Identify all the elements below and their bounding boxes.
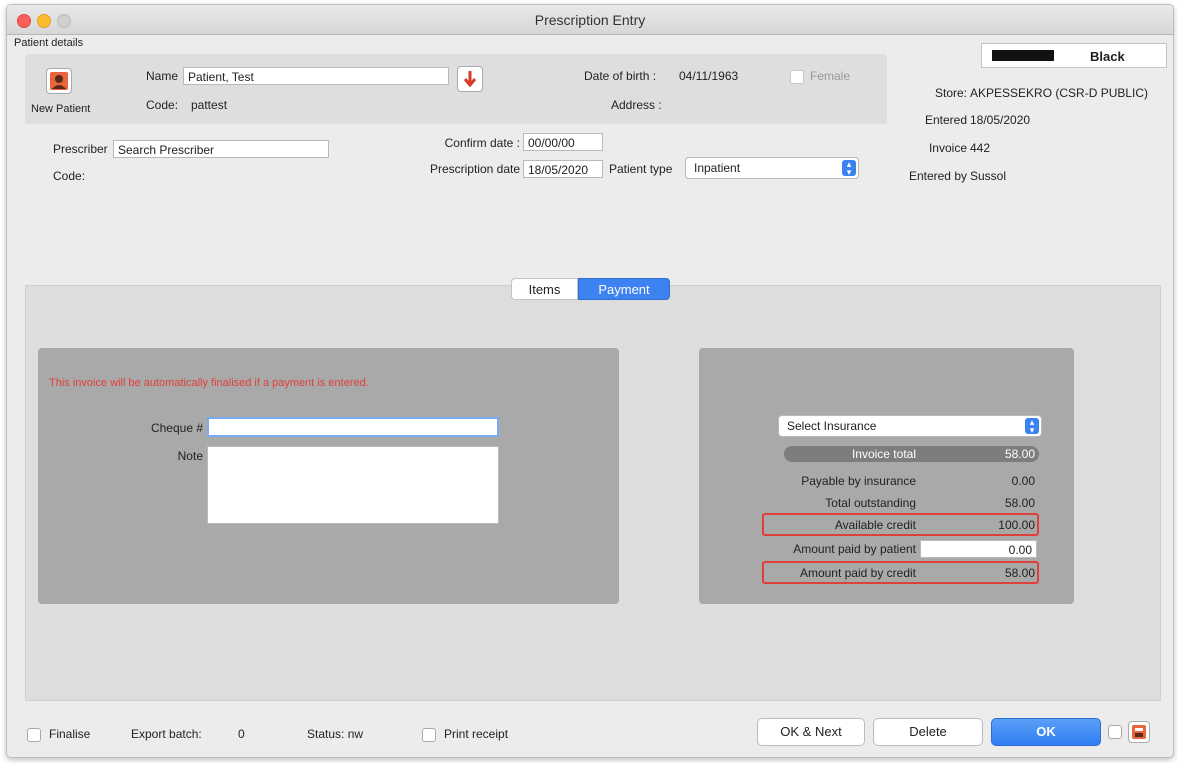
ok-button[interactable]: OK [991, 718, 1101, 746]
total-outstanding-value: 58.00 [1004, 496, 1035, 510]
print-receipt-checkbox[interactable] [422, 728, 436, 742]
cheque-field[interactable] [207, 417, 499, 437]
patient-lookup-button[interactable] [457, 66, 483, 92]
dob-label: Date of birth : [584, 69, 657, 83]
patient-details-panel [25, 54, 887, 124]
patient-details-label: Patient details [14, 37, 84, 49]
insurance-select-value: Select Insurance [787, 419, 877, 433]
store-color-box: Black [981, 43, 1167, 68]
chevron-updown-icon: ▴ ▾ [842, 160, 856, 177]
confirm-date-label: Confirm date : [444, 136, 520, 150]
window-title: Prescription Entry [534, 12, 646, 28]
available-credit-label: Available credit [834, 518, 916, 532]
tab-payment[interactable]: Payment [578, 278, 670, 300]
confirm-date-field[interactable]: 00/00/00 [523, 133, 603, 151]
arrow-down-icon [463, 71, 477, 88]
person-icon [50, 72, 68, 90]
address-label: Address : [611, 98, 662, 112]
payable-insurance-value: 0.00 [1011, 474, 1035, 488]
print-receipt-label: Print receipt [444, 727, 509, 741]
delete-button[interactable]: Delete [873, 718, 983, 746]
female-checkbox[interactable] [790, 70, 804, 84]
patient-type-select[interactable]: Inpatient ▴ ▾ [685, 157, 859, 179]
prescriber-code-label: Code: [53, 169, 86, 183]
status-label: Status: nw [307, 727, 364, 741]
invoice-value: 442 [970, 141, 991, 155]
entered-label: Entered [924, 113, 967, 127]
available-credit-value: 100.00 [998, 518, 1035, 532]
new-patient-label: New Patient [31, 103, 91, 115]
extra-option-checkbox[interactable] [1108, 725, 1122, 739]
insurance-select[interactable]: Select Insurance ▴ ▾ [778, 415, 1042, 437]
tab-items[interactable]: Items [511, 278, 578, 300]
patient-type-value: Inpatient [694, 161, 741, 175]
female-label: Female [810, 69, 851, 83]
print-button[interactable] [1128, 721, 1150, 743]
invoice-total-label: Invoice total [851, 447, 916, 461]
new-patient-button[interactable] [46, 68, 72, 94]
cheque-label: Cheque # [150, 421, 203, 435]
prescription-entry-window: Prescription Entry Patient details New P… [6, 4, 1174, 758]
paid-credit-label: Amount paid by credit [799, 566, 916, 580]
finalise-warning: This invoice will be automatically final… [49, 377, 369, 389]
patient-name-field[interactable]: Patient, Test [183, 67, 449, 85]
store-label: Store: [934, 86, 967, 100]
title-bar: Prescription Entry [7, 5, 1173, 35]
export-batch-label: Export batch: [131, 727, 202, 741]
name-label: Name [146, 69, 179, 83]
entered-by-label: Entered by [908, 169, 967, 183]
store-value: AKPESSEKRO (CSR-D PUBLIC) [970, 86, 1149, 100]
ok-next-button[interactable]: OK & Next [757, 718, 865, 746]
prescriber-label: Prescriber [53, 142, 108, 156]
invoice-label: Invoice [928, 141, 967, 155]
total-outstanding-label: Total outstanding [825, 496, 916, 510]
paid-patient-field[interactable]: 0.00 [920, 540, 1037, 558]
patient-type-label: Patient type [609, 162, 673, 176]
note-label: Note [177, 449, 203, 463]
prescription-date-label: Prescription date [429, 162, 520, 176]
prescriber-search-field[interactable]: Search Prescriber [113, 140, 329, 158]
paid-patient-label: Amount paid by patient [793, 542, 916, 556]
color-name: Black [1090, 49, 1125, 64]
invoice-total-value: 58.00 [1004, 447, 1035, 461]
printer-icon [1132, 725, 1146, 739]
paid-credit-value: 58.00 [1004, 566, 1035, 580]
entered-by-value: Sussol [970, 169, 1007, 183]
export-batch-value: 0 [238, 727, 245, 741]
finalise-checkbox[interactable] [27, 728, 41, 742]
payable-insurance-label: Payable by insurance [801, 474, 916, 488]
chevron-updown-icon: ▴ ▾ [1025, 418, 1039, 435]
code-label: Code: [146, 98, 179, 112]
prescription-date-field[interactable]: 18/05/2020 [523, 160, 603, 178]
entered-value: 18/05/2020 [970, 113, 1031, 127]
note-field[interactable] [207, 446, 499, 524]
patient-code-value: pattest [191, 98, 228, 112]
finalise-label: Finalise [49, 727, 91, 741]
dob-value: 04/11/1963 [679, 69, 739, 83]
color-swatch [992, 50, 1054, 61]
